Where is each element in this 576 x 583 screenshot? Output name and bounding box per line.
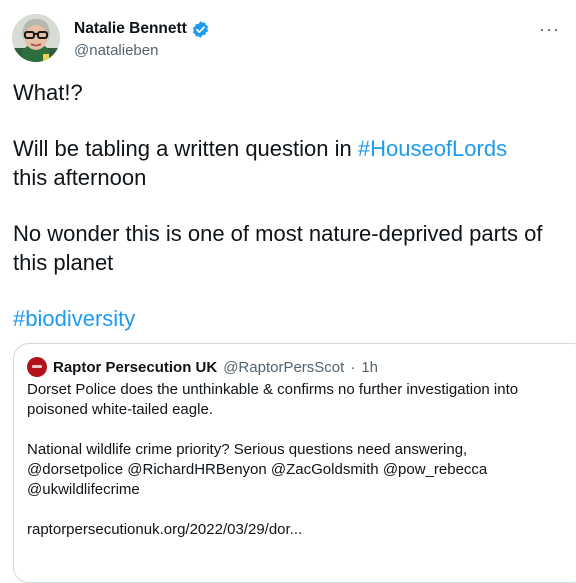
quoted-line-2: poisoned white-tailed eagle. (27, 401, 213, 418)
tweet-line-2: Will be tabling a written question in #H… (13, 134, 573, 163)
tweet-line-2-text: Will be tabling a written question in (13, 136, 358, 161)
author-avatar[interactable] (12, 14, 60, 62)
quoted-tweet-header: Raptor Persecution UK @RaptorPersScot · … (27, 357, 378, 377)
tweet-line-4: No wonder this is one of most nature-dep… (13, 221, 543, 246)
quoted-author-display-name[interactable]: Raptor Persecution UK (53, 359, 217, 376)
tweet-line-5: this planet (13, 250, 114, 275)
tweet-line-3: this afternoon (13, 165, 147, 190)
tweet-header: Natalie Bennett @natalieben ··· (12, 14, 564, 66)
quoted-author-handle[interactable]: @RaptorPersScot (223, 359, 344, 376)
author-names: Natalie Bennett @natalieben (74, 18, 210, 59)
quoted-line-4: @dorsetpolice @RichardHRBenyon @ZacGolds… (27, 461, 488, 478)
quoted-line-3: National wildlife crime priority? Seriou… (27, 441, 468, 458)
quoted-author-avatar[interactable] (27, 357, 47, 377)
more-options-icon[interactable]: ··· (539, 20, 560, 38)
hashtag-biodiversity-link[interactable]: #biodiversity (13, 304, 573, 333)
verified-badge-icon (191, 20, 210, 39)
tweet-line-1: What!? (13, 80, 83, 105)
quoted-line-1: Dorset Police does the unthinkable & con… (27, 381, 519, 398)
hashtag-houseoflords-link[interactable]: #HouseofLords (358, 136, 507, 161)
person-photo-avatar-icon (12, 14, 60, 62)
quoted-tweet-card[interactable]: Raptor Persecution UK @RaptorPersScot · … (13, 343, 576, 583)
author-handle[interactable]: @natalieben (74, 42, 210, 59)
quoted-timestamp[interactable]: 1h (361, 359, 378, 376)
quoted-line-5: @ukwildlifecrime (27, 481, 140, 498)
tweet-text: What!? Will be tabling a written questio… (13, 78, 573, 333)
quoted-separator: · (350, 358, 356, 376)
quoted-link[interactable]: raptorpersecutionuk.org/2022/03/29/dor..… (27, 520, 576, 540)
author-display-name[interactable]: Natalie Bennett (74, 20, 187, 38)
quoted-tweet-text: Dorset Police does the unthinkable & con… (27, 380, 576, 540)
